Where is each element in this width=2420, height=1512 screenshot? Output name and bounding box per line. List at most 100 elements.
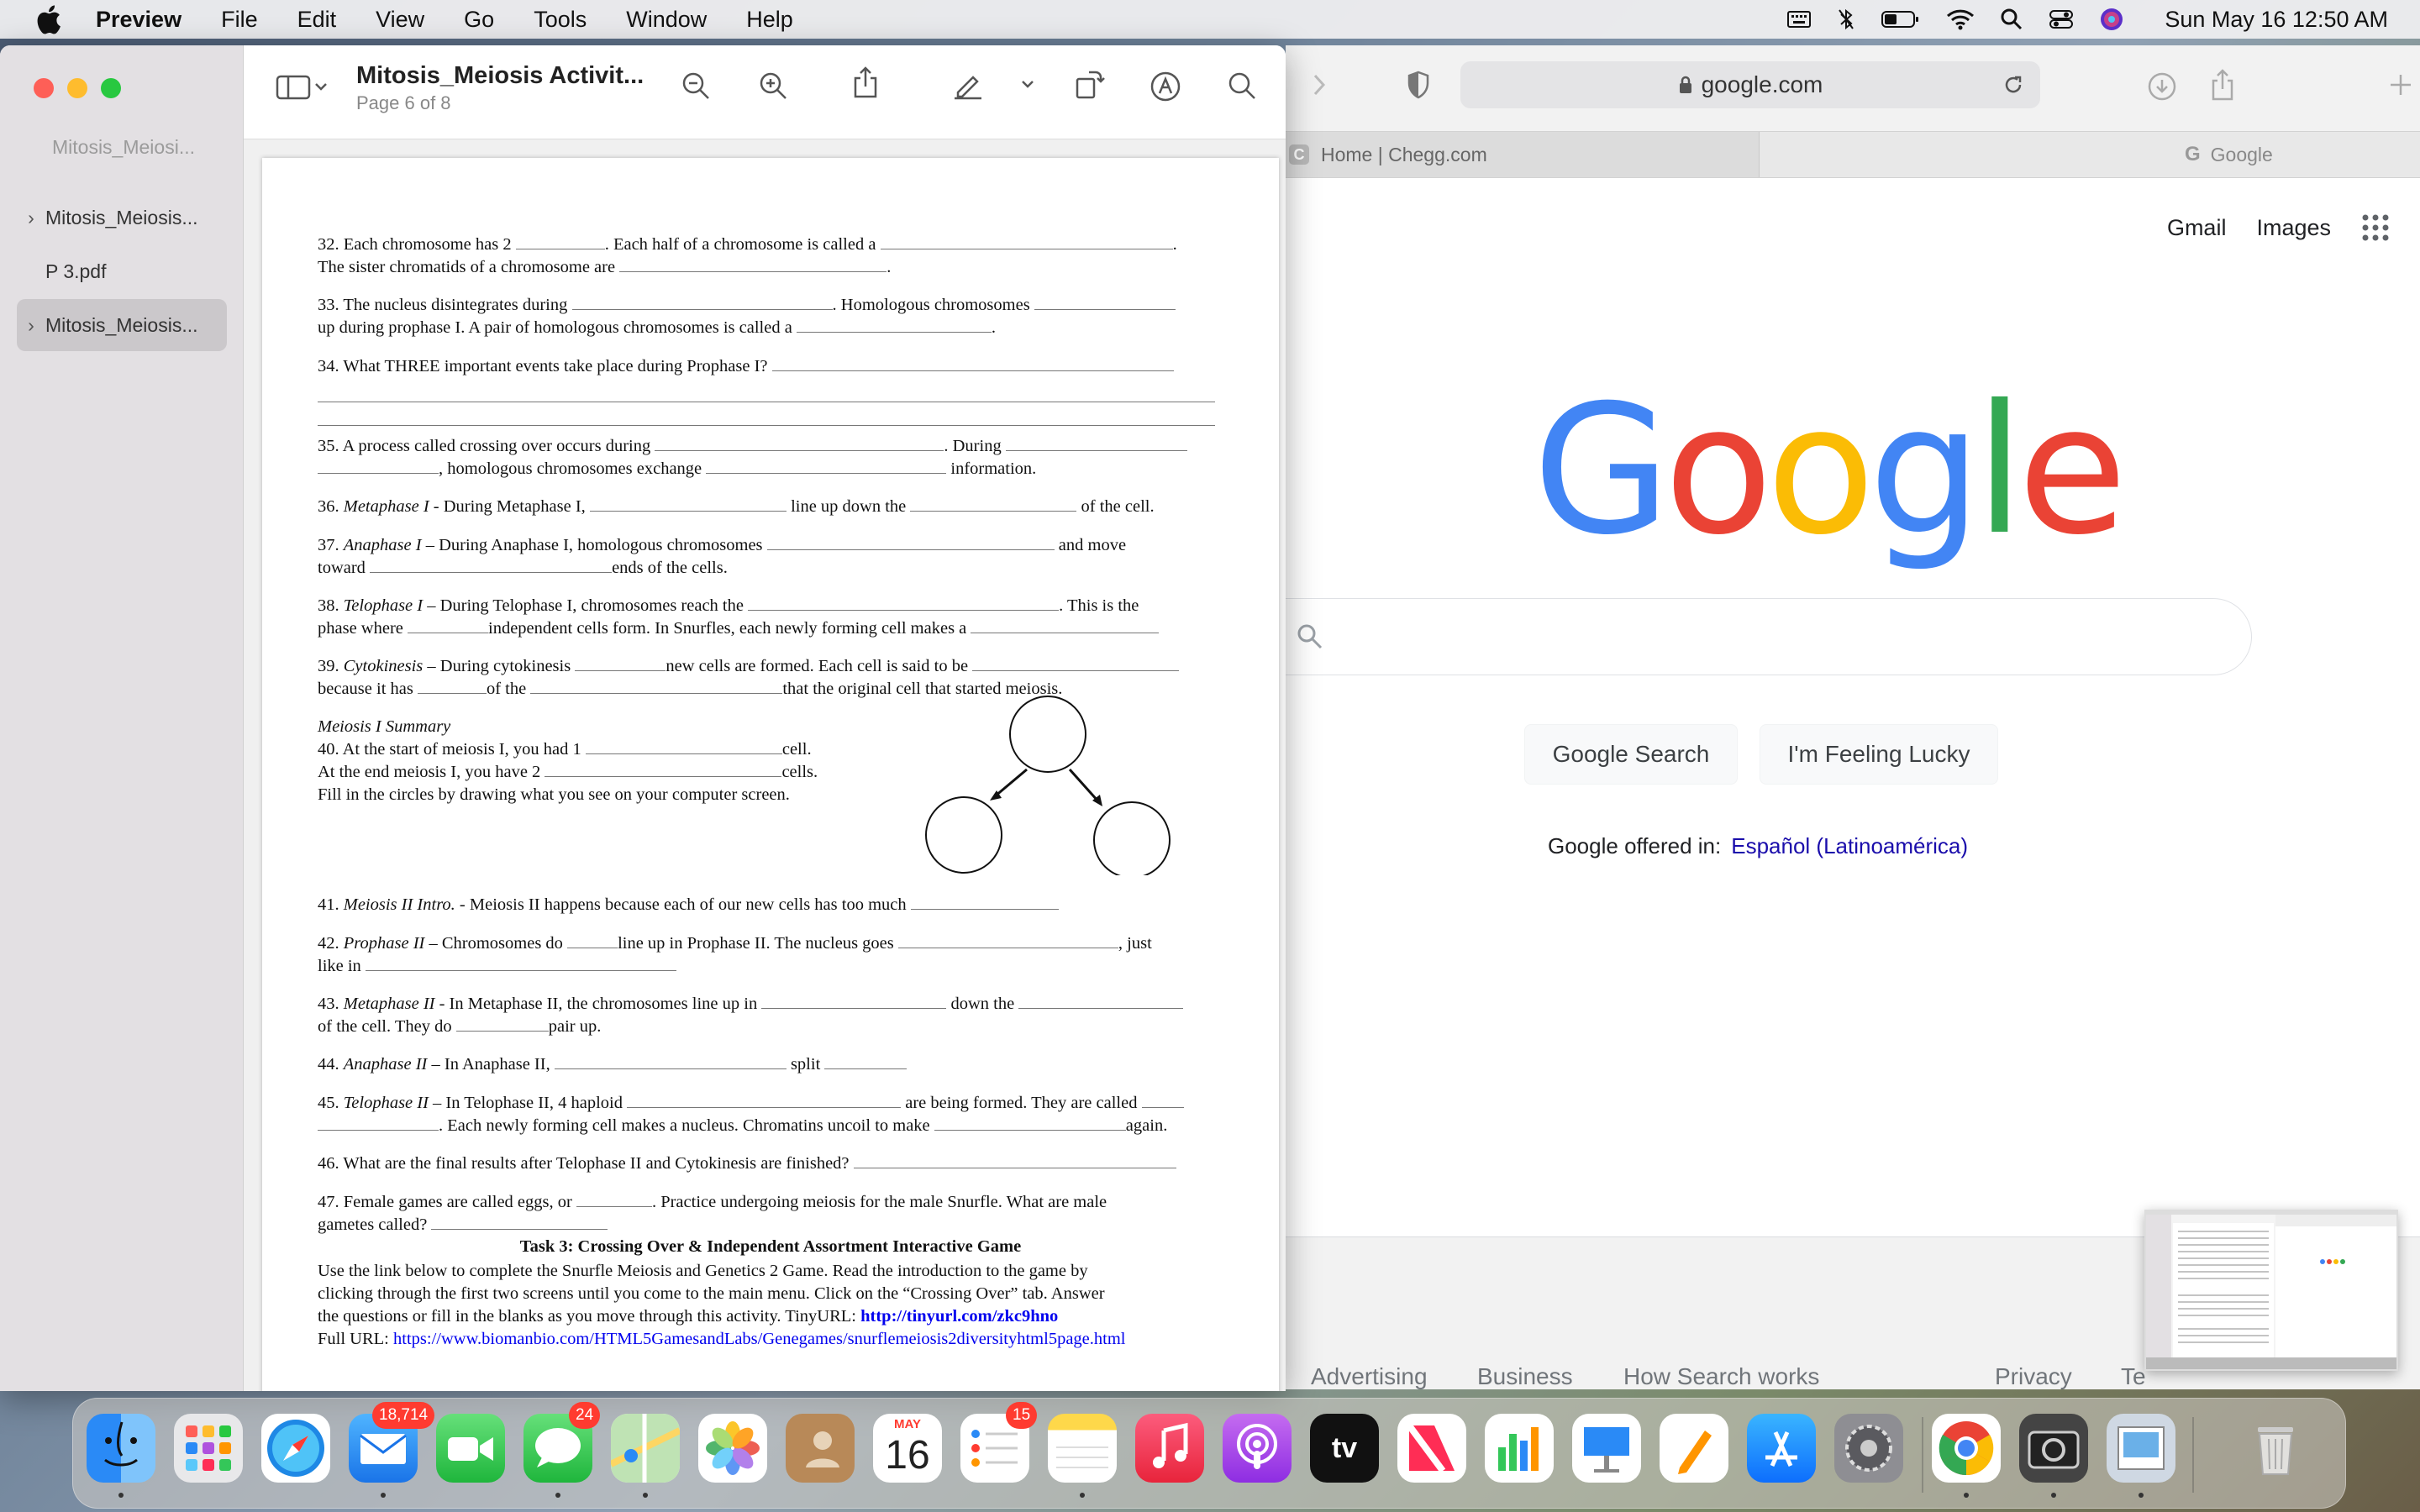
sidebar-item-mitosis-2[interactable]: › Mitosis_Meiosis... bbox=[17, 299, 227, 351]
language-link[interactable]: Español (Latinoamérica) bbox=[1731, 833, 1968, 858]
logo-letter: o bbox=[1664, 366, 1773, 574]
news-icon[interactable] bbox=[1397, 1414, 1466, 1483]
preview-app-icon[interactable] bbox=[2107, 1414, 2175, 1483]
forward-chevron-icon[interactable] bbox=[1311, 72, 1328, 97]
zoom-window-button[interactable] bbox=[101, 78, 121, 98]
numbers-icon[interactable] bbox=[1485, 1414, 1554, 1483]
sidebar-toggle-icon[interactable] bbox=[276, 74, 329, 101]
menu-window[interactable]: Window bbox=[626, 7, 707, 33]
keyboard-icon[interactable] bbox=[1786, 8, 1812, 30]
menu-file[interactable]: File bbox=[221, 7, 258, 33]
address-bar[interactable]: google.com bbox=[1460, 61, 2040, 108]
maps-icon[interactable] bbox=[611, 1414, 680, 1483]
close-window-button[interactable] bbox=[34, 78, 54, 98]
markup-pen-icon[interactable] bbox=[951, 71, 985, 101]
bluetooth-off-icon[interactable] bbox=[1837, 8, 1855, 31]
footer-advertising[interactable]: Advertising bbox=[1311, 1363, 1428, 1390]
app-store-icon[interactable] bbox=[1747, 1414, 1816, 1483]
sidebar-item-mitosis-1[interactable]: › Mitosis_Meiosis... bbox=[17, 192, 227, 244]
music-icon[interactable] bbox=[1135, 1414, 1204, 1483]
question-45-line2: . Each newly forming cell makes a nucleu… bbox=[318, 1115, 1167, 1137]
menu-view[interactable]: View bbox=[376, 7, 424, 33]
full-url-link[interactable]: https://www.biomanbio.com/HTML5GamesandL… bbox=[393, 1330, 1125, 1348]
share-icon[interactable] bbox=[852, 66, 879, 99]
question-43-line2: of the cell. They do pair up. bbox=[318, 1017, 602, 1036]
question-42-line2: like in bbox=[318, 955, 676, 978]
privacy-shield-icon[interactable] bbox=[1407, 71, 1430, 99]
launchpad-icon[interactable] bbox=[174, 1414, 243, 1483]
footer-privacy[interactable]: Privacy bbox=[1995, 1363, 2072, 1390]
system-preferences-icon[interactable] bbox=[1834, 1414, 1903, 1483]
keynote-icon[interactable] bbox=[1572, 1414, 1641, 1483]
tinyurl-link[interactable]: http://tinyurl.com/zkc9hno bbox=[860, 1307, 1058, 1326]
spotlight-search-icon[interactable] bbox=[2000, 8, 2023, 31]
calendar-day: 16 bbox=[885, 1433, 930, 1478]
calendar-icon[interactable]: MAY 16 bbox=[873, 1414, 942, 1483]
markup-dropdown-chevron-icon[interactable] bbox=[1020, 79, 1035, 91]
question-32-line2: The sister chromatids of a chromosome ar… bbox=[318, 258, 892, 276]
podcasts-icon[interactable] bbox=[1223, 1414, 1292, 1483]
contacts-icon[interactable] bbox=[786, 1414, 855, 1483]
running-indicator bbox=[643, 1493, 648, 1498]
annotate-icon[interactable] bbox=[1150, 71, 1181, 102]
search-icon[interactable] bbox=[1227, 71, 1257, 101]
rotate-icon[interactable] bbox=[1072, 67, 1106, 101]
screenshot-app-icon[interactable] bbox=[2019, 1414, 2088, 1483]
notes-icon[interactable] bbox=[1048, 1414, 1117, 1483]
downloads-icon[interactable] bbox=[2148, 72, 2176, 101]
question-40: 40. At the start of meiosis I, you had 1… bbox=[318, 740, 812, 759]
new-tab-icon[interactable] bbox=[2388, 72, 2413, 97]
photos-icon[interactable] bbox=[698, 1414, 767, 1483]
share-icon[interactable] bbox=[2210, 69, 2235, 101]
footer-terms[interactable]: Te bbox=[2121, 1363, 2146, 1390]
menu-app-preview[interactable]: Preview bbox=[96, 7, 182, 33]
finder-icon[interactable] bbox=[87, 1414, 155, 1483]
facetime-icon[interactable] bbox=[436, 1414, 505, 1483]
chrome-icon[interactable] bbox=[1932, 1414, 2001, 1483]
preview-toolbar: Mitosis_Meiosis Activit... Page 6 of 8 bbox=[244, 45, 1286, 139]
gmail-link[interactable]: Gmail bbox=[2167, 215, 2227, 241]
menu-edit[interactable]: Edit bbox=[297, 7, 337, 33]
safari-window: google.com C Home | Chegg.com G Google G… bbox=[1286, 45, 2420, 1389]
tab-google[interactable]: G Google bbox=[2185, 132, 2273, 177]
images-link[interactable]: Images bbox=[2256, 215, 2331, 241]
footer-business[interactable]: Business bbox=[1477, 1363, 1573, 1390]
zoom-in-icon[interactable] bbox=[758, 71, 788, 101]
document-canvas[interactable]: 32. Each chromosome has 2 . Each half of… bbox=[244, 139, 1286, 1391]
screenshot-thumbnail[interactable] bbox=[2144, 1210, 2398, 1371]
trash-icon[interactable] bbox=[2241, 1414, 2310, 1483]
zoom-out-icon[interactable] bbox=[681, 71, 711, 101]
disclosure-chevron-icon[interactable]: › bbox=[17, 314, 45, 337]
battery-icon[interactable] bbox=[1881, 9, 1921, 29]
reload-icon[interactable] bbox=[2003, 75, 2023, 95]
question-42: 42. Prophase II – Chromosomes do line up… bbox=[318, 934, 1152, 953]
control-center-icon[interactable] bbox=[2049, 8, 2074, 30]
question-37-line2: toward ends of the cells. bbox=[318, 559, 728, 577]
dock-separator bbox=[1922, 1417, 1923, 1493]
google-search-button[interactable]: Google Search bbox=[1524, 724, 1738, 785]
feeling-lucky-button[interactable]: I'm Feeling Lucky bbox=[1760, 724, 1998, 785]
google-search-input[interactable] bbox=[1286, 598, 2252, 675]
reminders-badge: 15 bbox=[1006, 1402, 1038, 1429]
logo-letter: o bbox=[1766, 366, 1876, 574]
apple-tv-icon[interactable]: tv bbox=[1310, 1414, 1379, 1483]
menubar-clock[interactable]: Sun May 16 12:50 AM bbox=[2165, 7, 2388, 33]
siri-icon[interactable] bbox=[2099, 7, 2124, 32]
offered-label: Google offered in: bbox=[1548, 833, 1722, 858]
sidebar-item-p3[interactable]: P 3.pdf bbox=[17, 245, 227, 297]
minimize-window-button[interactable] bbox=[67, 78, 87, 98]
wifi-icon[interactable] bbox=[1946, 8, 1975, 30]
task-3-text-1: Use the link below to complete the Snurf… bbox=[318, 1262, 1088, 1280]
footer-how-search-works[interactable]: How Search works bbox=[1623, 1363, 1819, 1390]
question-47: 47. Female games are called eggs, or . P… bbox=[318, 1193, 1107, 1211]
disclosure-chevron-icon[interactable]: › bbox=[17, 207, 45, 229]
safari-icon[interactable] bbox=[261, 1414, 330, 1483]
apps-grid-icon[interactable] bbox=[2361, 213, 2390, 242]
apple-icon[interactable] bbox=[37, 3, 66, 36]
menu-go[interactable]: Go bbox=[464, 7, 494, 33]
menu-tools[interactable]: Tools bbox=[534, 7, 587, 33]
pages-icon[interactable] bbox=[1660, 1414, 1728, 1483]
menu-help[interactable]: Help bbox=[746, 7, 793, 33]
sidebar-header: Mitosis_Meiosi... bbox=[52, 136, 195, 158]
tab-chegg[interactable]: C Home | Chegg.com bbox=[1286, 132, 1760, 177]
